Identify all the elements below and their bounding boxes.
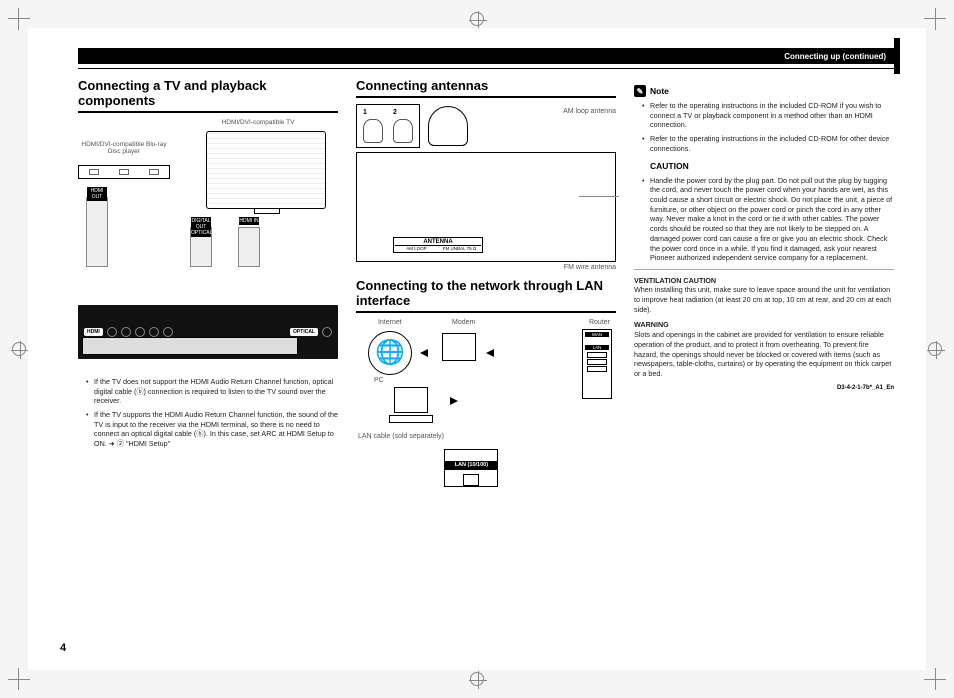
step-number: 2 [389, 107, 401, 119]
am-loop-shape [393, 119, 413, 143]
step-number: 1 [359, 107, 371, 119]
fm-wire-label: FM wire antenna [356, 264, 616, 271]
note-list: Refer to the operating instructions in t… [634, 101, 894, 154]
port-icon [149, 327, 159, 337]
note-item: Refer to the operating instructions in t… [642, 134, 894, 153]
crop-mark [8, 679, 30, 680]
am-loop-antenna-icon [428, 106, 468, 146]
crop-mark [18, 8, 19, 30]
label-pc: PC [374, 377, 384, 384]
arrow-icon [486, 349, 494, 357]
heading-tv-playback: Connecting a TV and playback components [78, 79, 338, 113]
crop-mark [18, 668, 19, 690]
note-heading: Note [634, 85, 894, 97]
crop-mark [935, 668, 936, 690]
pc-icon [394, 387, 433, 423]
arrow-icon [450, 397, 458, 405]
column-tv-playback: Connecting a TV and playback components … [78, 79, 338, 489]
port-icon [107, 327, 117, 337]
arrow-icon [420, 349, 428, 357]
registration-mark [12, 342, 26, 356]
crop-mark [8, 18, 30, 19]
caution-list: Handle the power cord by the plug part. … [634, 176, 894, 263]
note-icon [634, 85, 646, 97]
antenna-terminal-block: ANTENNA AM LOOP FM UNBAL 75 Ω [356, 152, 616, 262]
header-rule [78, 68, 894, 69]
antenna-panel: ANTENNA AM LOOP FM UNBAL 75 Ω [393, 237, 483, 253]
caution-icon [634, 160, 646, 172]
antenna-step-box: 1 2 [356, 104, 420, 148]
am-loop-shape [363, 119, 383, 143]
warning-heading: WARNING [634, 320, 894, 330]
hdmi-in-connector: HDMI IN [238, 227, 260, 267]
antenna-diagram: 1 2 AM loop antenna ANTENNA AM LOOP [356, 104, 616, 271]
label-bluray: HDMI/DVI-compatible Blu-ray Disc player [78, 141, 170, 155]
column-notes: Note Refer to the operating instructions… [634, 79, 894, 489]
caution-heading: CAUTION [634, 160, 894, 172]
fm-wire [579, 196, 619, 197]
ventilation-block: VENTILATION CAUTION When installing this… [634, 276, 894, 315]
registration-mark [470, 12, 484, 26]
speaker-terminal-strip [82, 337, 298, 355]
label-router: Router [589, 319, 610, 326]
heading-antennas: Connecting antennas [356, 79, 616, 98]
port-icon [121, 327, 131, 337]
registration-mark [470, 672, 484, 686]
label-internet: Internet [378, 319, 402, 326]
hdmi-out-connector: HDMI OUT [86, 197, 108, 267]
registration-mark [928, 342, 942, 356]
globe-icon: 🌐 [368, 331, 412, 375]
warning-text: Slots and openings in the cabinet are pr… [634, 330, 894, 379]
divider [634, 269, 894, 270]
heading-lan: Connecting to the network through LAN in… [356, 279, 616, 313]
panel-label-hdmi: HDMI [84, 328, 103, 336]
tv-note-item: If the TV does not support the HDMI Audi… [86, 377, 338, 406]
am-loop-label: AM loop antenna [563, 108, 616, 115]
caution-item: Handle the power cord by the plug part. … [642, 176, 894, 263]
bluray-player-icon [78, 165, 170, 179]
column-antennas-lan: Connecting antennas 1 2 AM loop antenna [356, 79, 616, 489]
panel-label-optical: OPTICAL [290, 328, 318, 336]
ventilation-heading: VENTILATION CAUTION [634, 276, 894, 286]
doc-code: D3-4-2-1-7b*_A1_En [634, 385, 894, 391]
lan-cable-label: LAN cable (sold separately) [358, 433, 444, 440]
ventilation-text: When installing this unit, make sure to … [634, 285, 894, 314]
port-icon [135, 327, 145, 337]
note-item: Refer to the operating instructions in t… [642, 101, 894, 130]
lan-port-panel: LAN (10/100) [444, 449, 498, 487]
section-header-bar: Connecting up (continued) [78, 48, 894, 64]
tv-note-item: If the TV supports the HDMI Audio Return… [86, 410, 338, 449]
tv-icon [206, 131, 326, 209]
label-modem: Modem [452, 319, 475, 326]
network-diagram: Internet Modem Router 🌐 WAN LAN PC [356, 319, 616, 489]
content-columns: Connecting a TV and playback components … [78, 79, 894, 489]
section-title: Connecting up (continued) [784, 52, 886, 61]
page-number: 4 [60, 642, 66, 654]
optical-connector: DIGITAL OUT OPTICAL [190, 227, 212, 267]
port-icon [163, 327, 173, 337]
router-icon: WAN LAN [582, 329, 612, 399]
tv-diagram: HDMI/DVI-compatible Blu-ray Disc player … [78, 119, 338, 369]
manual-page: Connecting up (continued) Connecting a T… [28, 28, 926, 670]
label-tv: HDMI/DVI-compatible TV [198, 119, 318, 126]
port-icon [322, 327, 332, 337]
warning-block: WARNING Slots and openings in the cabine… [634, 320, 894, 378]
tv-notes-list: If the TV does not support the HDMI Audi… [78, 377, 338, 449]
modem-icon [442, 333, 476, 361]
crop-mark [935, 8, 936, 30]
